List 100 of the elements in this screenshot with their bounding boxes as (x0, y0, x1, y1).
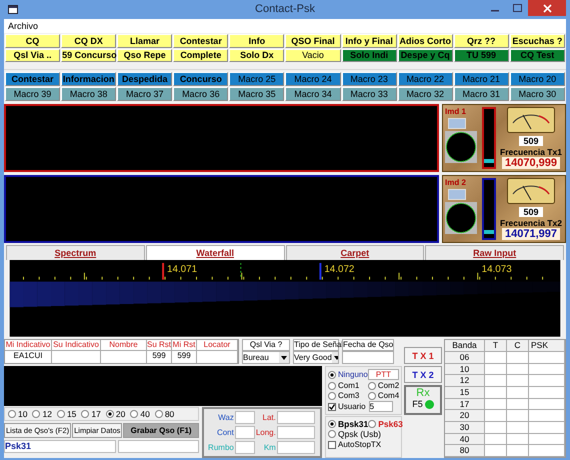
level-slider[interactable] (482, 106, 496, 169)
view-tab[interactable]: Raw Input (425, 244, 564, 260)
macro-button[interactable]: Macro 23 (342, 72, 397, 86)
tx1-cursor[interactable] (162, 263, 164, 280)
macro-button[interactable]: Complete (173, 48, 228, 62)
macro-button[interactable]: CQ DX (61, 34, 116, 48)
close-icon (542, 4, 552, 12)
macro-button[interactable]: TU 599 (454, 48, 509, 62)
macro-button[interactable]: Qrz ?? (454, 34, 509, 48)
band-radio[interactable]: 12 (32, 409, 52, 420)
macro-button[interactable]: Macro 24 (285, 72, 341, 86)
macro-button[interactable]: Vacio (285, 48, 341, 62)
input-field[interactable] (276, 426, 315, 440)
band-radio[interactable]: 80 (154, 409, 174, 420)
input-field[interactable] (234, 426, 255, 440)
autostop-checkbox[interactable]: AutoStopTX (328, 440, 399, 450)
macro-button[interactable]: Macro 36 (173, 86, 228, 101)
port-radio[interactable]: Com3 (328, 391, 368, 400)
receive-button[interactable]: Rx F5 (404, 385, 442, 416)
user-field[interactable]: 5 (368, 401, 393, 412)
close-button[interactable] (528, 0, 566, 16)
macro-button[interactable]: Qsl Via .. (5, 48, 60, 62)
input-field[interactable] (276, 441, 315, 454)
dropdown-arrow-icon (332, 352, 338, 364)
port-radio[interactable]: Com1 (328, 381, 368, 390)
reading-box: 509 (519, 206, 543, 217)
log-cell[interactable]: 599 (147, 351, 171, 362)
macro-button[interactable]: Informacion (61, 72, 116, 86)
transmit-button[interactable]: T X 2 (404, 366, 442, 384)
macro-button[interactable]: CQ (5, 34, 60, 48)
macro-button[interactable]: Contestar (173, 34, 228, 48)
band-radio[interactable]: 17 (81, 409, 101, 420)
input-field[interactable] (276, 411, 315, 424)
band-cell[interactable]: 20 (445, 410, 485, 422)
date-field[interactable] (342, 351, 394, 364)
macro-button[interactable]: Macro 25 (229, 72, 284, 86)
macro-button[interactable]: Macro 32 (398, 86, 453, 101)
macro-button[interactable]: Macro 35 (229, 86, 284, 101)
macro-button[interactable]: Macro 34 (285, 86, 341, 101)
band-cell[interactable]: 10 (445, 364, 485, 376)
macro-button[interactable]: Macro 22 (398, 72, 453, 86)
macro-button[interactable]: 59 Concurso (61, 48, 116, 62)
macro-button[interactable]: Info (229, 34, 284, 48)
macro-button[interactable]: Concurso (173, 72, 228, 86)
tx2-cursor[interactable] (319, 263, 322, 280)
field-label: Fecha de Qso (342, 339, 394, 352)
band-cell[interactable]: 80 (445, 445, 485, 457)
band-cell[interactable]: 17 (445, 398, 485, 410)
macro-button[interactable]: CQ Test (510, 48, 565, 62)
user-checkbox[interactable]: Usuario (328, 402, 366, 412)
macro-button[interactable]: Qso Repe (117, 48, 172, 62)
macro-button[interactable]: Llamar (117, 34, 172, 48)
macro-button[interactable]: Macro 20 (510, 72, 565, 86)
mode-radio[interactable]: Bpsk31 (328, 419, 368, 430)
port-radio[interactable]: Com4 (368, 391, 400, 400)
macro-button[interactable]: Macro 21 (454, 72, 509, 86)
macro-button[interactable]: Macro 37 (117, 86, 172, 101)
mode-radio[interactable]: Qpsk (Usb) (328, 429, 403, 440)
qsl-via-dropdown[interactable]: Bureau (242, 351, 290, 364)
mode-field[interactable]: Psk31 (4, 440, 116, 454)
band-cell[interactable]: 15 (445, 386, 485, 399)
transmit-button[interactable]: T X 1 (404, 347, 442, 364)
macro-button[interactable]: Macro 39 (5, 86, 60, 101)
macro-button[interactable]: Escuchas ? (510, 34, 565, 48)
action-button[interactable]: Grabar Qso (F1) (123, 423, 199, 438)
band-cell[interactable]: 40 (445, 434, 485, 446)
macro-button[interactable]: Despedida (117, 72, 172, 86)
input-field[interactable] (234, 411, 255, 424)
band-radio[interactable]: 40 (130, 409, 150, 420)
band-radio[interactable]: 10 (8, 409, 28, 420)
macro-button[interactable]: Macro 33 (342, 86, 397, 101)
menu-item[interactable]: Archivo (8, 20, 38, 31)
view-tab[interactable]: Waterfall (146, 244, 284, 260)
port-radio[interactable]: Com2 (368, 381, 400, 390)
mode-radio[interactable]: Psk63 (368, 419, 403, 430)
view-tab[interactable]: Carpet (286, 244, 424, 260)
band-radio[interactable]: 15 (56, 409, 76, 420)
log-cell[interactable]: EA1CUI (5, 351, 51, 362)
band-radio[interactable]: 20 (106, 409, 126, 420)
macro-button[interactable]: Macro 30 (510, 86, 565, 101)
text-field[interactable] (118, 440, 199, 454)
band-cell[interactable]: 30 (445, 422, 485, 434)
maximize-button[interactable] (512, 4, 522, 12)
port-radio[interactable]: Ninguno (328, 369, 368, 380)
macro-button[interactable]: QSO Final (285, 34, 341, 48)
macro-button[interactable]: Despe y Cq (398, 48, 453, 62)
macro-button[interactable]: Adios Corto (398, 34, 453, 48)
macro-button[interactable]: Info y Final (342, 34, 397, 48)
input-field[interactable] (234, 441, 255, 454)
level-slider[interactable] (482, 178, 496, 240)
macro-button[interactable]: Solo Dx (229, 48, 284, 62)
log-cell[interactable]: 599 (172, 351, 196, 362)
macro-button[interactable]: Solo Indi (342, 48, 397, 62)
macro-button[interactable]: Macro 31 (454, 86, 509, 101)
macro-button[interactable]: Contestar (5, 72, 60, 86)
band-cell[interactable]: 12 (445, 375, 485, 387)
signal-type-dropdown[interactable]: Very Good (293, 351, 339, 364)
macro-button[interactable]: Macro 38 (61, 86, 116, 101)
band-cell[interactable]: 06 (445, 352, 485, 364)
view-tab[interactable]: Spectrum (6, 244, 145, 260)
